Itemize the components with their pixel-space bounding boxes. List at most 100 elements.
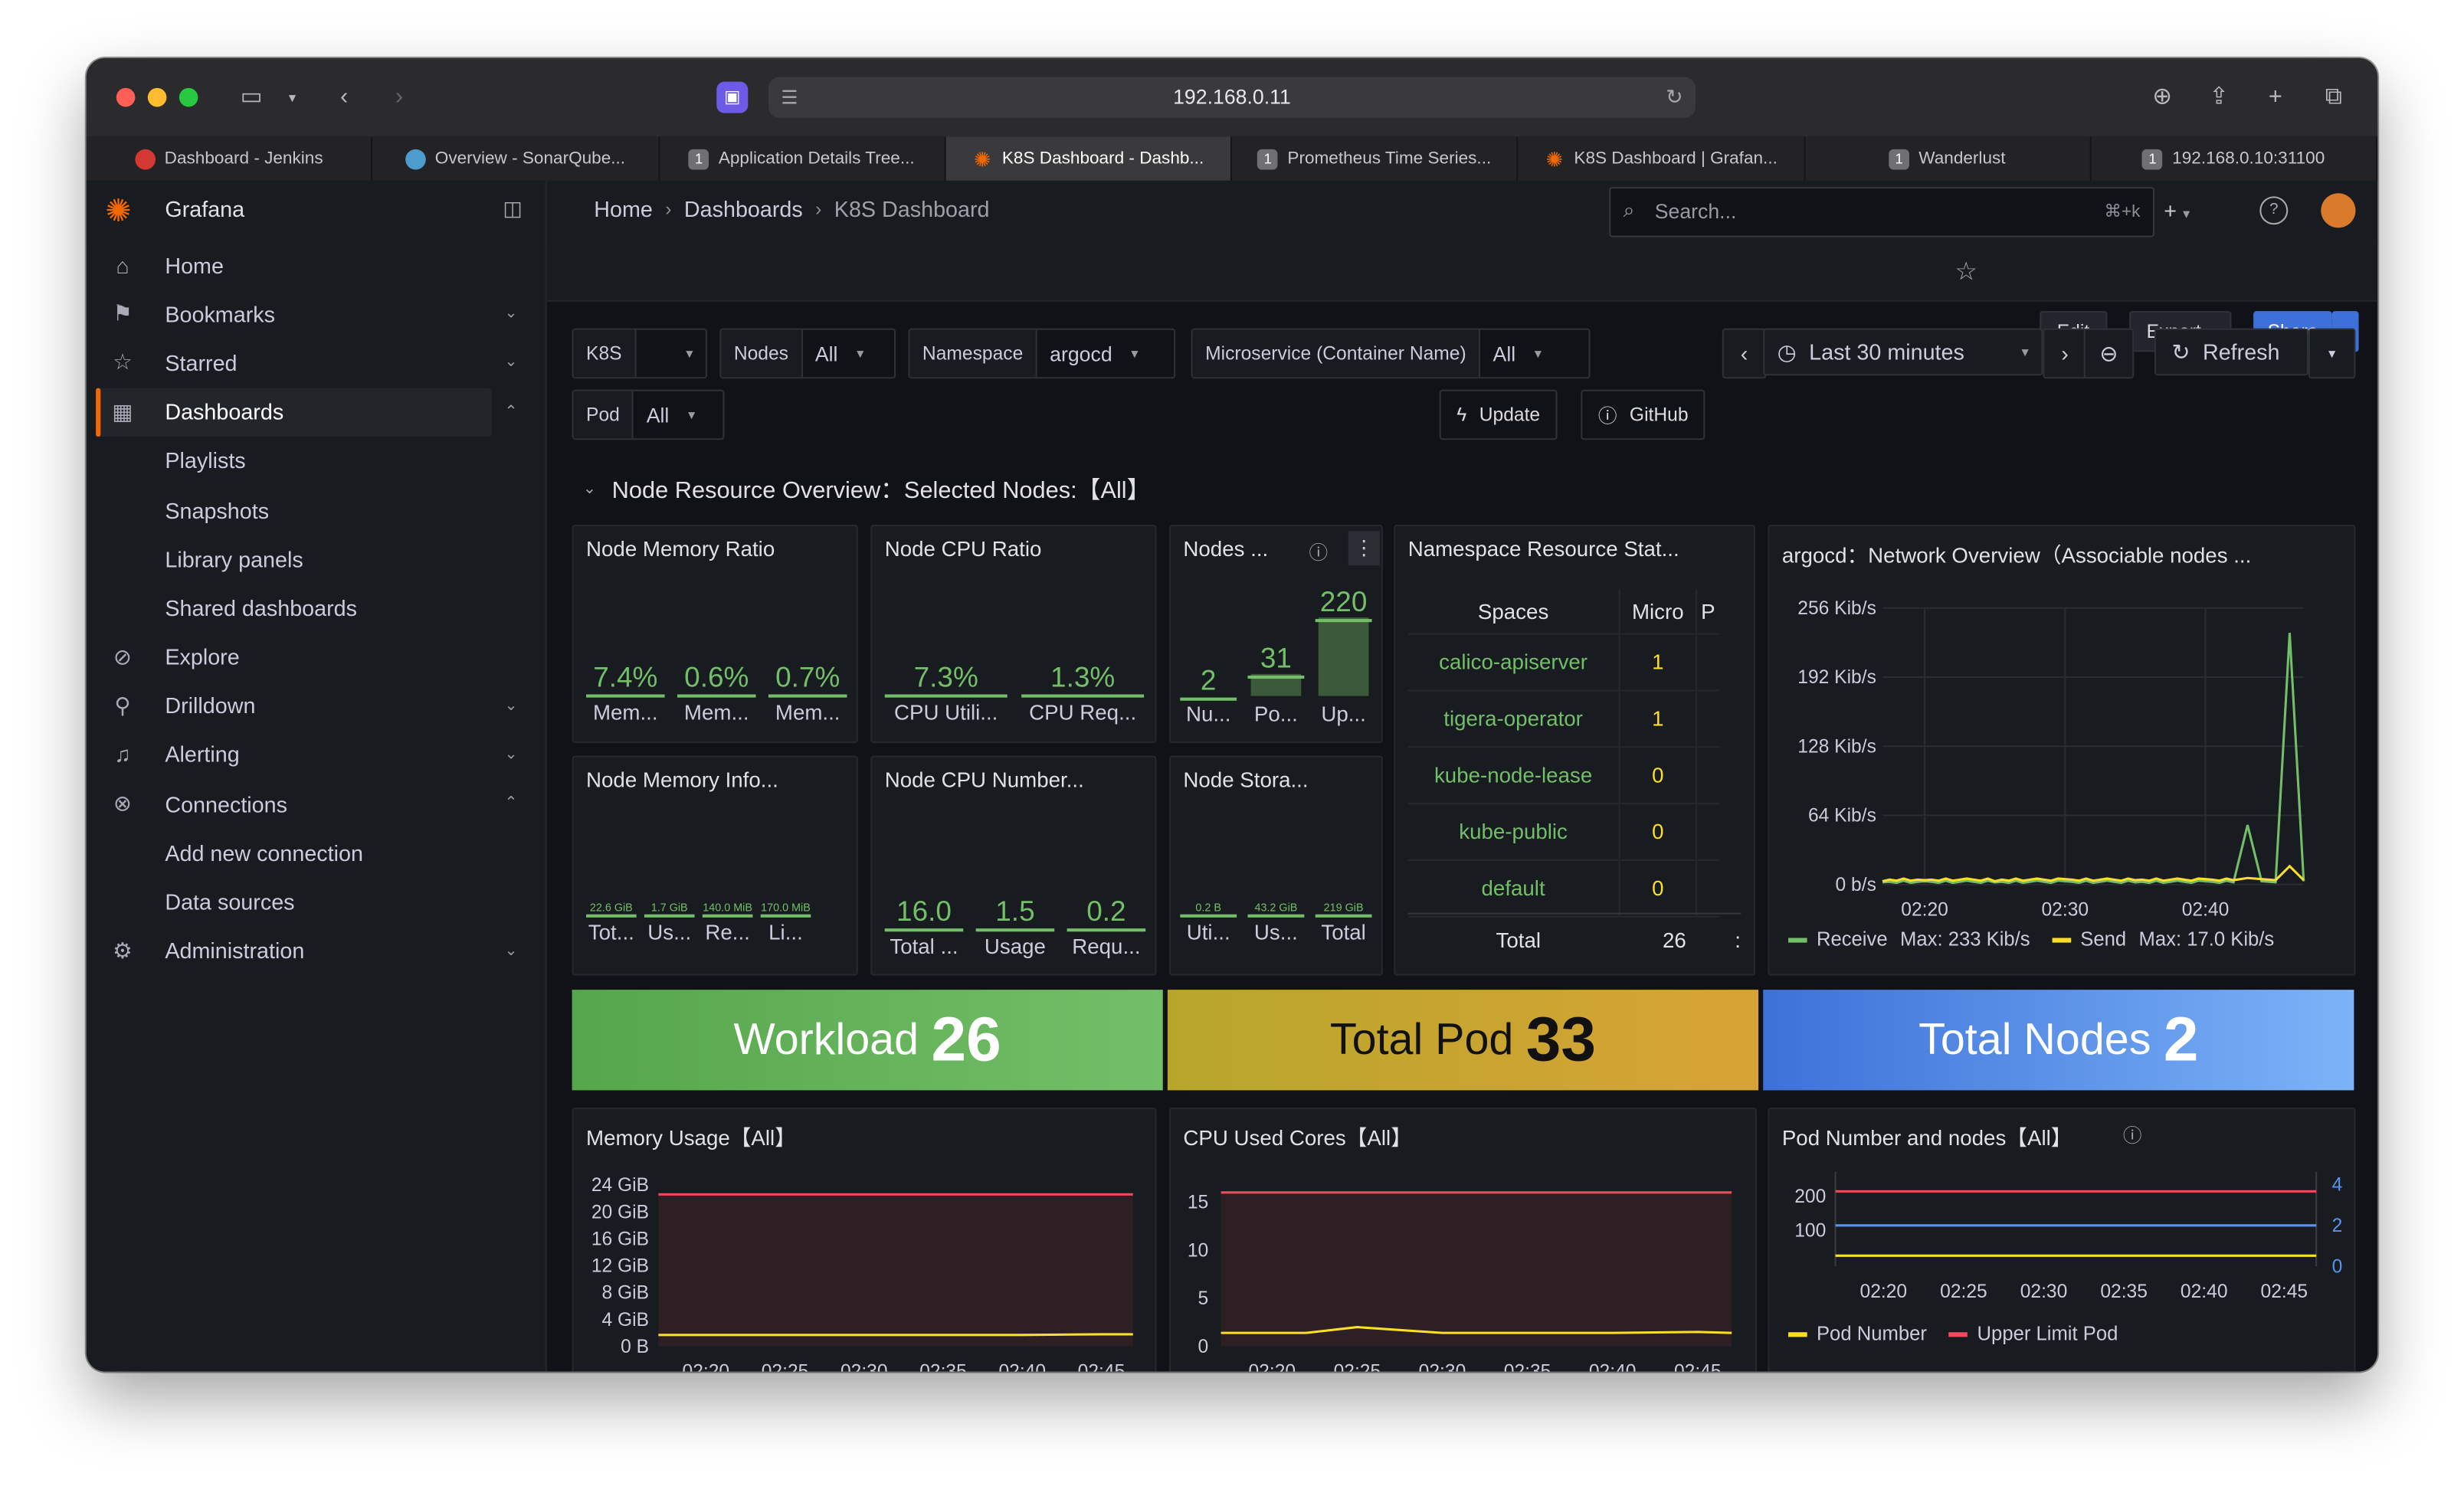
- legend-item[interactable]: Pod Number: [1788, 1323, 1927, 1345]
- time-back-button[interactable]: ‹: [1722, 328, 1767, 379]
- variable-pod[interactable]: Pod All ▾: [572, 389, 725, 440]
- panel-menu-icon[interactable]: ⋮: [1348, 531, 1380, 566]
- sidebar-item-bookmarks[interactable]: ⚑ Bookmarks ⌄: [87, 290, 546, 339]
- refresh-button[interactable]: ↻ Refresh: [2154, 328, 2308, 376]
- grafana-logo-icon[interactable]: ✺: [105, 195, 139, 229]
- panel-cpu-used[interactable]: CPU Used Cores【All】 0 5 10 15 02:20 02:25 02:3…: [1168, 1107, 1758, 1372]
- sidebar-item-starred[interactable]: ☆ Starred ⌄: [87, 339, 546, 388]
- sidebar-item-snapshots[interactable]: Snapshots: [87, 486, 546, 535]
- download-icon[interactable]: ⊕: [2145, 80, 2180, 115]
- new-menu-button[interactable]: + ▾: [2164, 198, 2190, 223]
- chevron-down-icon[interactable]: ⌄: [504, 354, 517, 372]
- sidebar-item-dashboards[interactable]: ▦ Dashboards ⌃: [96, 387, 518, 437]
- forward-icon[interactable]: ›: [382, 80, 416, 115]
- table-header[interactable]: Micro: [1618, 589, 1697, 635]
- chevron-up-icon[interactable]: ⌃: [504, 795, 517, 813]
- reload-icon[interactable]: ↻: [1666, 77, 1683, 117]
- panel-namespace-resource-stats[interactable]: Namespace Resource Stat... Spaces Micro Pc…: [1394, 525, 1755, 976]
- panel-node-storage[interactable]: Node Stora... 0.2 B Uti... 43.2 GiB Us... 21…: [1168, 755, 1383, 976]
- breadcrumb-dashboards[interactable]: Dashboards: [684, 196, 803, 221]
- sidebar-item-home[interactable]: ⌂ Home: [87, 241, 546, 290]
- variable-microservice-value: All: [1492, 342, 1516, 365]
- page-settings-icon[interactable]: ☰: [781, 77, 798, 117]
- time-forward-button[interactable]: ›: [2043, 328, 2087, 379]
- panel-node-memory-ratio[interactable]: Node Memory Ratio 7.4% Mem... 0.6% Mem... 0.…: [572, 525, 858, 744]
- panel-memory-usage[interactable]: Memory Usage【All】 0 B 4 GiB 8 GiB 12 GiB 16 …: [572, 1107, 1157, 1372]
- minimize-window-button[interactable]: [147, 87, 167, 107]
- panel-node-cpu-ratio[interactable]: Node CPU Ratio 7.3% CPU Utili... 1.3% CPU R…: [870, 525, 1157, 744]
- star-icon[interactable]: ☆: [1954, 256, 1977, 287]
- legend-item[interactable]: Upper Limit Pod: [1948, 1323, 2118, 1345]
- legend-item[interactable]: Receive Max: 233 Kib/s: [1788, 928, 2030, 951]
- table-header[interactable]: P: [1696, 589, 1719, 635]
- grafana-icon: ✺: [974, 146, 991, 171]
- info-icon[interactable]: ⓘ: [1309, 538, 1328, 565]
- close-window-button[interactable]: [116, 87, 136, 107]
- big-stat-workload[interactable]: Workload 26: [572, 990, 1163, 1091]
- big-stat-total-pod[interactable]: Total Pod 33: [1167, 990, 1759, 1091]
- dock-menu-icon[interactable]: ◫: [503, 196, 522, 221]
- chevron-down-icon[interactable]: ⌄: [504, 746, 517, 764]
- variable-namespace[interactable]: Namespace argocd ▾: [908, 328, 1176, 379]
- sidebar-item-library-panels[interactable]: Library panels: [87, 535, 546, 584]
- search-input[interactable]: ⌕ Search... ⌘+k: [1609, 187, 2154, 237]
- tab-overview-icon[interactable]: ⧉: [2316, 80, 2351, 115]
- new-tab-icon[interactable]: +: [2258, 80, 2292, 115]
- sidebar-item-playlists[interactable]: Playlists: [87, 437, 546, 486]
- panel-pod-number-nodes[interactable]: Pod Number and nodes【All】 ⓘ 100 200 0 2 4 02:…: [1768, 1107, 2356, 1372]
- browser-tab[interactable]: 1 Wanderlust: [1805, 136, 2092, 181]
- big-stat-total-nodes[interactable]: Total Nodes 2: [1763, 990, 2354, 1091]
- panel-node-memory-info[interactable]: Node Memory Info... 22.6 GiB Tot... 1.7 Gi…: [572, 755, 858, 976]
- stat-label: Li...: [768, 920, 803, 944]
- panel-nodes[interactable]: Nodes ... ⓘ ⋮ 2 Nu... 31 Po... 220 Up...: [1168, 525, 1383, 744]
- browser-tab[interactable]: 1 192.168.0.10:31100: [2091, 136, 2378, 181]
- github-link-button[interactable]: ⓘ GitHub: [1581, 389, 1706, 440]
- panel-network-overview[interactable]: argocd：Network Overview（Associable nodes…: [1768, 525, 2356, 976]
- variable-nodes[interactable]: Nodes All ▾: [719, 328, 896, 379]
- chevron-down-icon[interactable]: ▾: [275, 80, 310, 115]
- extension-icon[interactable]: ▣: [716, 81, 749, 113]
- sidebar-toggle-icon[interactable]: ▭: [234, 80, 269, 115]
- breadcrumb-home[interactable]: Home: [594, 196, 653, 221]
- update-link-button[interactable]: ϟ Update: [1439, 389, 1558, 440]
- chevron-down-icon[interactable]: ⌄: [504, 305, 517, 322]
- browser-tab[interactable]: ✺ K8S Dashboard | Grafan...: [1519, 136, 1805, 181]
- browser-tab[interactable]: Dashboard - Jenkins: [87, 136, 373, 181]
- sidebar-item-administration[interactable]: ⚙ Administration ⌄: [87, 926, 546, 975]
- info-icon[interactable]: ⓘ: [2123, 1121, 2142, 1148]
- panel-node-cpu-number[interactable]: Node CPU Number... 16.0 Total ... 1.5 Usage…: [870, 755, 1157, 976]
- chevron-down-icon[interactable]: ⌄: [504, 697, 517, 715]
- zoom-window-button[interactable]: [179, 87, 198, 107]
- sidebar-item-alerting[interactable]: ♫ Alerting ⌄: [87, 730, 546, 779]
- breadcrumb-current: K8S Dashboard: [834, 196, 990, 222]
- breadcrumb-separator: ›: [665, 198, 672, 221]
- avatar[interactable]: [2321, 193, 2356, 228]
- time-range-picker[interactable]: ◷ Last 30 minutes ▾: [1763, 328, 2043, 376]
- zoom-out-button[interactable]: ⊖: [2083, 328, 2135, 379]
- browser-tab[interactable]: 1 Prometheus Time Series...: [1232, 136, 1519, 181]
- row-header[interactable]: ⌄ Node Resource Overview：Selected Nodes:…: [583, 473, 1151, 506]
- sidebar-item-data-sources[interactable]: Data sources: [87, 877, 546, 926]
- chevron-down-icon[interactable]: ⌄: [504, 942, 517, 960]
- help-icon[interactable]: ?: [2259, 196, 2289, 225]
- variable-k8s-label: K8S: [573, 329, 637, 378]
- sidebar-item-connections[interactable]: ⊗ Connections ⌃: [87, 779, 546, 828]
- bookmark-icon: ⚑: [113, 300, 133, 326]
- legend-item[interactable]: Send Max: 17.0 Kib/s: [2052, 928, 2274, 951]
- chevron-up-icon[interactable]: ⌃: [504, 403, 517, 421]
- browser-tab[interactable]: ✺ K8S Dashboard - Dashb...: [945, 136, 1232, 181]
- back-icon[interactable]: ‹: [327, 80, 362, 115]
- browser-tab[interactable]: 1 Application Details Tree...: [659, 136, 946, 181]
- variable-microservice[interactable]: Microservice (Container Name) All ▾: [1191, 328, 1591, 379]
- x-tick-label: 02:20: [1248, 1362, 1296, 1372]
- sidebar-item-drilldown[interactable]: ⚲ Drilldown ⌄: [87, 681, 546, 730]
- address-bar[interactable]: ☰ 192.168.0.11 ↻: [768, 77, 1696, 118]
- share-icon[interactable]: ⇪: [2201, 80, 2236, 115]
- sidebar-item-add-new-connection[interactable]: Add new connection: [87, 828, 546, 877]
- variable-k8s[interactable]: K8S ▾: [572, 328, 707, 379]
- browser-tab[interactable]: Overview - SonarQube...: [373, 136, 660, 181]
- sidebar-item-explore[interactable]: ⊘ Explore: [87, 633, 546, 682]
- table-header[interactable]: Spaces: [1407, 589, 1620, 635]
- sidebar-item-shared-dashboards[interactable]: Shared dashboards: [87, 584, 546, 633]
- refresh-interval-dropdown[interactable]: ▾: [2308, 328, 2356, 379]
